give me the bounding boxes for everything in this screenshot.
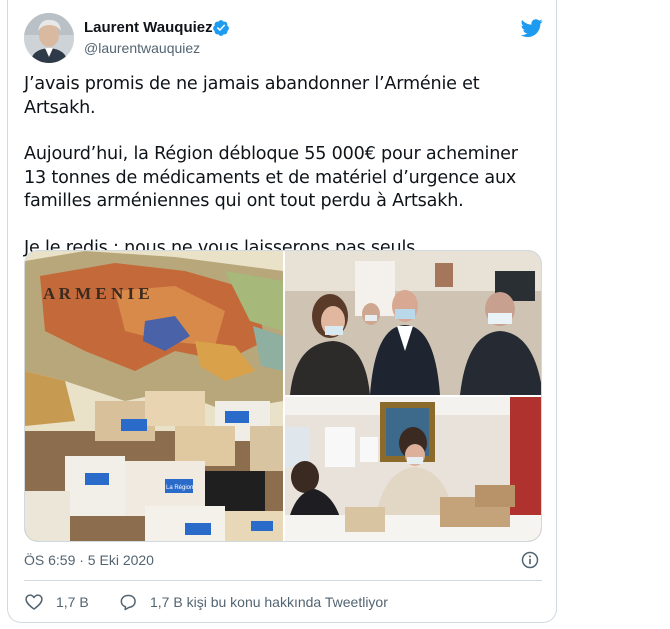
info-icon[interactable] (520, 550, 540, 570)
verified-badge-icon (213, 20, 229, 36)
avatar[interactable] (24, 13, 74, 63)
box-label: La Région (166, 485, 193, 491)
tweet-paragraph: Aujourd’hui, la Région débloque 55 000€ … (24, 144, 518, 211)
like-count: 1,7 B (56, 594, 89, 610)
tweet-card: Laurent Wauquiez @laurentwauquiez J’avai… (7, 0, 557, 623)
reply-text: 1,7 B kişi bu konu hakkında Tweetliyor (150, 594, 388, 610)
author-handle[interactable]: @laurentwauquiez (84, 40, 200, 56)
like-button[interactable]: 1,7 B (24, 592, 89, 612)
tweet-header: Laurent Wauquiez @laurentwauquiez (24, 11, 544, 65)
tweet-text: J’avais promis de ne jamais abandonner l… (24, 73, 544, 260)
author-name[interactable]: Laurent Wauquiez (84, 19, 213, 36)
twitter-bird-icon[interactable] (520, 17, 544, 39)
reply-bubble-icon (120, 594, 136, 611)
map-label: A R M E N I E (43, 284, 150, 303)
divider (24, 580, 542, 581)
tweet-paragraph: J’avais promis de ne jamais abandonner l… (24, 74, 480, 118)
tweet-timestamp[interactable]: ÖS 6:59 · 5 Eki 2020 (24, 552, 154, 568)
photo-map-boxes[interactable]: A R M E N I E La Région (25, 251, 283, 541)
tweet-actions: 1,7 B 1,7 B kişi bu konu hakkında Tweetl… (24, 592, 542, 612)
photo-packing[interactable] (285, 397, 541, 541)
heart-icon (25, 594, 43, 610)
media-grid: A R M E N I E La Région (24, 250, 542, 542)
reply-button[interactable]: 1,7 B kişi bu konu hakkında Tweetliyor (118, 592, 388, 612)
photo-people[interactable] (285, 251, 541, 395)
